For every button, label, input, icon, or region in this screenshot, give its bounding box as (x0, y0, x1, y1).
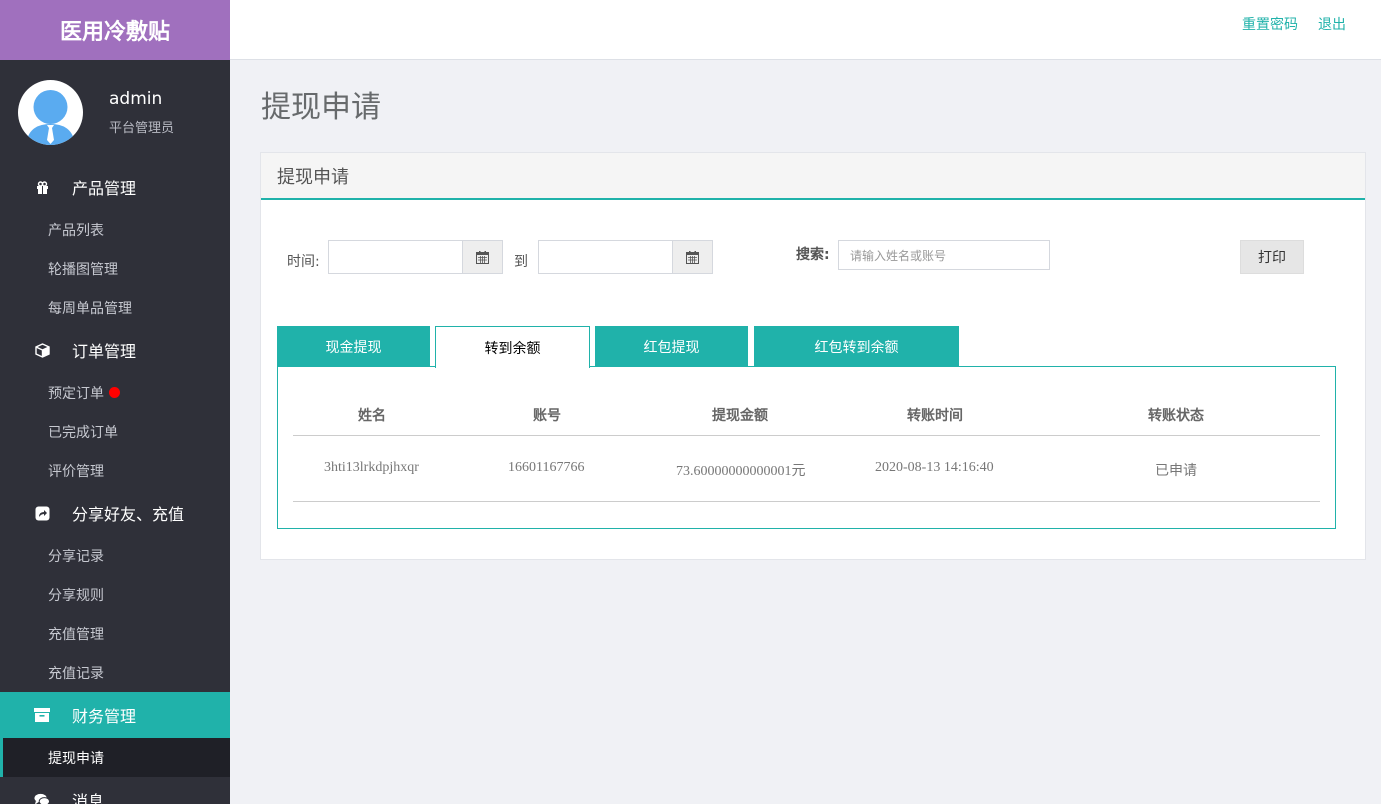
nav-group-share[interactable]: 分享好友、充值 (0, 490, 230, 536)
nav-group-label: 消息 (72, 792, 105, 804)
search-input[interactable]: 请输入姓名或账号 (838, 240, 1050, 270)
nav-group-order[interactable]: 订单管理 (0, 327, 230, 373)
panel-title: 提现申请 (261, 153, 1365, 200)
table-cell-amount: 73.60000000000001元 (676, 464, 806, 479)
notification-dot (109, 387, 120, 398)
nav-group-message[interactable]: 消息 (0, 777, 230, 804)
tab-redpacket-to-balance[interactable]: 红包转到余额 (754, 326, 959, 367)
column-header-name: 姓名 (358, 408, 386, 424)
sidebar-item-product-list[interactable]: 产品列表 (0, 210, 230, 249)
column-header-status: 转账状态 (1148, 408, 1204, 424)
profile-role: 平台管理员 (109, 120, 175, 136)
table-cell-status: 已申请 (1155, 463, 1197, 479)
tab-redpacket-withdraw[interactable]: 红包提现 (595, 326, 748, 367)
nav-group-label: 分享好友、充值 (72, 505, 185, 524)
withdraw-panel: 提现申请 时间: 到 搜索: 请输入姓名或账号 打印 现金提现 转到余额 红包提… (260, 152, 1366, 560)
print-button[interactable]: 打印 (1240, 240, 1304, 274)
tab-to-balance[interactable]: 转到余额 (435, 326, 590, 368)
page-title: 提现申请 (261, 90, 381, 125)
sidebar-item-carousel[interactable]: 轮播图管理 (0, 249, 230, 288)
column-header-amount: 提现金额 (712, 408, 768, 424)
withdraw-table: 姓名 账号 提现金额 转账时间 转账状态 3hti13lrkdpjhxqr 16… (277, 366, 1336, 529)
nav-group-product[interactable]: 产品管理 (0, 164, 230, 210)
sidebar-item-recharge-manage[interactable]: 充值管理 (0, 614, 230, 653)
row-divider (293, 501, 1320, 502)
reset-password-link[interactable]: 重置密码 (1242, 14, 1298, 34)
share-icon (34, 505, 50, 521)
sidebar-item-completed-orders[interactable]: 已完成订单 (0, 412, 230, 451)
table-cell-name: 3hti13lrkdpjhxqr (324, 460, 419, 475)
sidebar-item-label: 预定订单 (48, 385, 104, 402)
cube-icon (34, 342, 50, 358)
time-label: 时间: (287, 254, 320, 270)
sidebar-item-share-records[interactable]: 分享记录 (0, 536, 230, 575)
tab-cash-withdraw[interactable]: 现金提现 (277, 326, 430, 367)
sidebar-item-reserved-orders[interactable]: 预定订单 (0, 373, 230, 412)
profile: admin 平台管理员 (0, 60, 230, 164)
sidebar-item-recharge-records[interactable]: 充值记录 (0, 653, 230, 692)
topbar: 重置密码 退出 (230, 0, 1381, 60)
brand-logo[interactable]: 医用冷敷贴 (0, 0, 230, 60)
avatar (18, 79, 83, 145)
sidebar-item-withdraw-requests[interactable]: 提现申请 (0, 738, 230, 777)
profile-name: admin (109, 88, 163, 109)
sidebar-item-reviews[interactable]: 评价管理 (0, 451, 230, 490)
end-date-input[interactable] (538, 240, 713, 274)
gift-icon (34, 179, 50, 195)
nav-group-label: 财务管理 (72, 707, 137, 726)
nav-group-label: 产品管理 (72, 179, 137, 198)
column-header-account: 账号 (533, 408, 561, 424)
calendar-icon[interactable] (462, 241, 502, 273)
comments-icon (34, 792, 50, 804)
calendar-icon[interactable] (672, 241, 712, 273)
nav-group-label: 订单管理 (72, 342, 137, 361)
to-label: 到 (514, 254, 528, 270)
sidebar: 医用冷敷贴 admin 平台管理员 产品管理 产品列表 轮播图管理 每周单品管理… (0, 0, 230, 804)
sidebar-item-share-rules[interactable]: 分享规则 (0, 575, 230, 614)
table-cell-account: 16601167766 (508, 460, 585, 475)
nav-group-finance[interactable]: 财务管理 (0, 692, 230, 738)
archive-icon (34, 707, 50, 723)
header-divider (293, 435, 1320, 436)
logout-link[interactable]: 退出 (1318, 14, 1346, 34)
column-header-transfer-time: 转账时间 (907, 408, 963, 424)
search-label: 搜索: (796, 247, 830, 263)
start-date-input[interactable] (328, 240, 503, 274)
table-cell-transfer-time: 2020-08-13 14:16:40 (875, 460, 994, 475)
sidebar-item-weekly-product[interactable]: 每周单品管理 (0, 288, 230, 327)
